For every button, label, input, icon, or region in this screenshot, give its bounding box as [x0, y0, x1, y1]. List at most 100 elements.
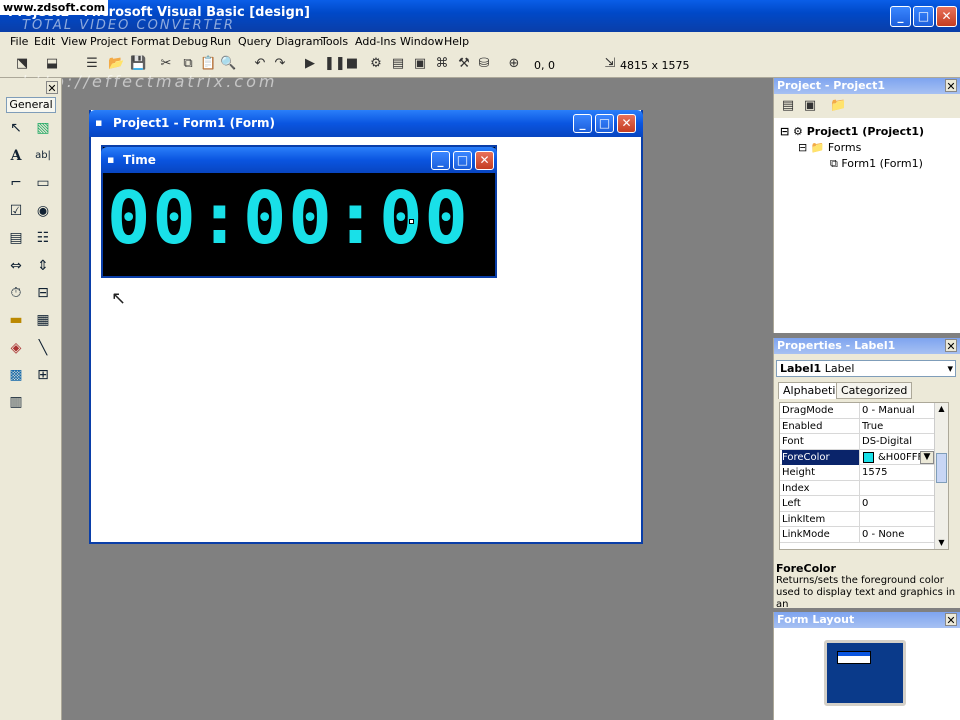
menu-addins[interactable]: Add-Ins [355, 35, 396, 48]
time-maximize-button[interactable]: □ [453, 151, 472, 170]
time-minimize-button[interactable]: _ [431, 151, 450, 170]
scroll-up-icon[interactable]: ▲ [935, 403, 948, 415]
toolbox-close-icon[interactable]: ✕ [46, 81, 58, 95]
form-title: Project1 - Form1 (Form) [113, 116, 275, 130]
menu-editor-icon[interactable]: ☰ [84, 56, 100, 72]
form-maximize-button[interactable]: □ [595, 114, 614, 133]
end-icon[interactable]: ■ [344, 56, 360, 72]
view-code-icon[interactable]: ▤ [780, 98, 796, 114]
tree-form1-item[interactable]: ⧉ Form1 (Form1) [830, 157, 923, 171]
menu-format[interactable]: Format [131, 35, 170, 48]
add-form-icon[interactable]: ⬓ [44, 56, 60, 72]
project-explorer-close-icon[interactable]: ✕ [945, 79, 957, 93]
time-form-window[interactable]: ▪ Time _ □ ✕ 00:00:00 [101, 145, 497, 278]
view-object-icon[interactable]: ▣ [802, 98, 818, 114]
break-icon[interactable]: ❚❚ [324, 56, 346, 72]
menu-tools[interactable]: Tools [321, 35, 348, 48]
layout-form-thumbnail[interactable] [837, 651, 871, 664]
property-row[interactable]: Index [780, 480, 936, 496]
clock-label[interactable]: 00:00:00 [107, 173, 470, 263]
listbox-icon[interactable]: ☷ [33, 228, 53, 248]
line-icon[interactable]: ╲ [33, 338, 53, 358]
property-row[interactable]: LinkMode 0 - None [780, 527, 936, 543]
frame-icon[interactable]: ⌐ [6, 173, 26, 193]
undo-icon[interactable]: ↶ [252, 56, 268, 72]
object-type: Label [824, 362, 855, 375]
object-selector[interactable]: Label1 Label ▾ [776, 360, 956, 377]
project-explorer-icon[interactable]: ⚙ [368, 56, 384, 72]
menu-file[interactable]: File [10, 35, 28, 48]
drivelistbox-icon[interactable]: ⊟ [33, 283, 53, 303]
scroll-down-icon[interactable]: ▼ [935, 537, 948, 549]
close-button[interactable]: ✕ [936, 6, 957, 27]
label-resize-handle[interactable] [409, 219, 414, 224]
textbox-icon[interactable]: ab| [33, 146, 53, 166]
form-layout-icon[interactable]: ▣ [412, 56, 428, 72]
form-layout-header: Form Layout ✕ [774, 612, 960, 628]
shape-icon[interactable]: ◈ [6, 338, 26, 358]
hscrollbar-icon[interactable]: ⇔ [6, 256, 26, 276]
data-view-icon[interactable]: ⛁ [476, 56, 492, 72]
object-browser-icon[interactable]: ⌘ [434, 56, 450, 72]
ole-icon[interactable]: ▥ [6, 392, 26, 412]
project-explorer-panel: Project - Project1 ✕ ▤ ▣ 📁 ⊟ ⚙ Project1 … [773, 78, 960, 333]
property-row-selected[interactable]: ForeColor &H00FFF ▼ [780, 449, 936, 465]
menu-window[interactable]: Window [400, 35, 443, 48]
menu-edit[interactable]: Edit [34, 35, 55, 48]
tree-forms-folder[interactable]: ⊟ 📁 Forms [798, 141, 861, 154]
redo-icon[interactable]: ↷ [272, 56, 288, 72]
add-project-icon[interactable]: ⬔ [14, 56, 30, 72]
paste-icon[interactable]: 📋 [200, 56, 216, 72]
property-row[interactable]: LinkItem [780, 511, 936, 527]
menu-query[interactable]: Query [238, 35, 271, 48]
tab-categorized[interactable]: Categorized [836, 382, 913, 399]
optionbutton-icon[interactable]: ◉ [33, 201, 53, 221]
property-row[interactable]: DragMode 0 - Manual [780, 403, 936, 419]
time-close-button[interactable]: ✕ [475, 151, 494, 170]
toggle-folders-icon[interactable]: 📁 [830, 98, 846, 114]
menu-diagram[interactable]: Diagram [276, 35, 323, 48]
properties-window-icon[interactable]: ▤ [390, 56, 406, 72]
dirlistbox-icon[interactable]: ▬ [6, 310, 26, 330]
menu-view[interactable]: View [61, 35, 87, 48]
dropdown-arrow-icon[interactable]: ▼ [920, 450, 934, 464]
combobox-icon[interactable]: ▤ [6, 228, 26, 248]
form-layout-close-icon[interactable]: ✕ [945, 613, 957, 627]
find-icon[interactable]: 🔍 [220, 56, 236, 72]
property-row[interactable]: Enabled True [780, 418, 936, 434]
commandbutton-icon[interactable]: ▭ [33, 173, 53, 193]
start-icon[interactable]: ▶ [302, 56, 318, 72]
form-minimize-button[interactable]: _ [573, 114, 592, 133]
save-icon[interactable]: 💾 [130, 56, 146, 72]
form-close-button[interactable]: ✕ [617, 114, 636, 133]
property-row[interactable]: Font DS-Digital [780, 434, 936, 450]
property-name: Left [782, 496, 860, 511]
menu-help[interactable]: Help [444, 35, 469, 48]
property-grid-scrollbar[interactable]: ▲ ▼ [934, 403, 948, 549]
property-row[interactable]: Height 1575 [780, 465, 936, 481]
open-icon[interactable]: 📂 [108, 56, 124, 72]
cut-icon[interactable]: ✂ [158, 56, 174, 72]
menu-debug[interactable]: Debug [172, 35, 208, 48]
minimize-button[interactable]: _ [890, 6, 911, 27]
properties-close-icon[interactable]: ✕ [945, 339, 957, 353]
label-icon[interactable]: A [6, 146, 26, 166]
image-icon[interactable]: ▩ [6, 365, 26, 385]
picturebox-icon[interactable]: ▧ [33, 118, 53, 138]
menu-project[interactable]: Project [90, 35, 128, 48]
vscrollbar-icon[interactable]: ⇕ [33, 256, 53, 276]
timer-icon[interactable]: ⏱ [6, 283, 26, 303]
checkbox-icon[interactable]: ☑ [6, 201, 26, 221]
copy-icon[interactable]: ⧉ [180, 56, 196, 72]
toolbox-tab-general[interactable]: General [6, 97, 56, 113]
menu-run[interactable]: Run [210, 35, 231, 48]
maximize-button[interactable]: □ [913, 6, 934, 27]
filelistbox-icon[interactable]: ▦ [33, 310, 53, 330]
scroll-thumb[interactable] [936, 453, 947, 483]
tree-project-root[interactable]: ⊟ ⚙ Project1 (Project1) [780, 125, 924, 138]
toolbox-icon[interactable]: ⚒ [456, 56, 472, 72]
property-row[interactable]: Left 0 [780, 496, 936, 512]
pointer-icon[interactable]: ↖ [6, 118, 26, 138]
data-icon[interactable]: ⊞ [33, 365, 53, 385]
property-name: Index [782, 480, 860, 496]
